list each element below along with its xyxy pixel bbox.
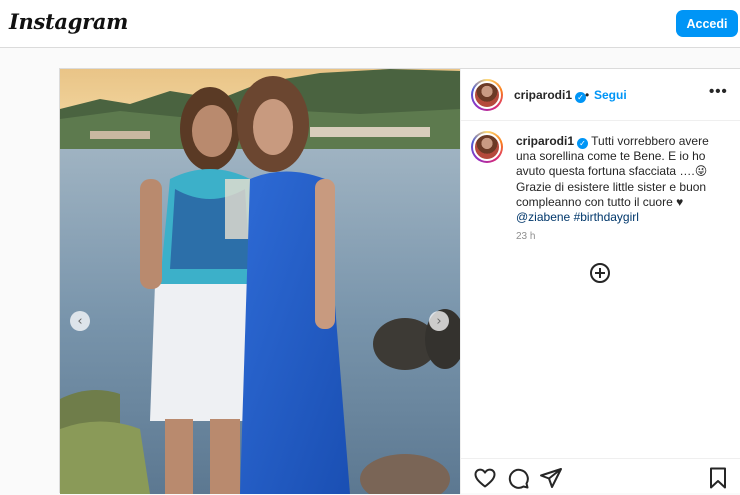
mention-link[interactable]: @ziabene <box>516 210 570 224</box>
heart-icon[interactable] <box>473 466 497 490</box>
more-icon[interactable]: ••• <box>709 83 728 100</box>
post-side-panel: criparodi1 ✓ • Segui ••• criparodi1 ✓ Tutt… <box>460 69 740 494</box>
login-button[interactable]: Accedi <box>676 10 738 37</box>
top-bar: Instagram Accedi <box>0 0 740 48</box>
post-container: ‹ › criparodi1 ✓ • Segui ••• criparodi1 ✓ … <box>59 68 740 494</box>
post-photo-illustration <box>60 69 460 494</box>
next-photo-button[interactable]: › <box>429 311 449 331</box>
prev-photo-button[interactable]: ‹ <box>70 311 90 331</box>
verified-icon: ✓ <box>577 138 589 149</box>
separator-dot: • <box>585 88 590 102</box>
share-icon[interactable] <box>539 466 563 490</box>
post-header: criparodi1 ✓ • Segui ••• <box>461 69 740 121</box>
caption-avatar[interactable] <box>471 131 503 163</box>
bookmark-icon[interactable] <box>706 466 730 490</box>
author-avatar[interactable] <box>471 79 503 111</box>
caption-username[interactable]: criparodi1 ✓ <box>516 134 589 149</box>
author-username[interactable]: criparodi1 ✓ <box>514 88 587 103</box>
hashtag-link[interactable]: #birthdaygirl <box>574 210 639 224</box>
post-photo: ‹ › <box>60 69 460 494</box>
post-actions <box>461 458 740 494</box>
post-timestamp: 23 h <box>516 231 536 242</box>
follow-button[interactable]: Segui <box>594 88 627 102</box>
add-comment-icon[interactable] <box>590 263 610 283</box>
comment-icon[interactable] <box>506 466 530 490</box>
instagram-logo[interactable]: Instagram <box>9 9 128 34</box>
post-caption: criparodi1 ✓ Tutti vorrebbero avere una s… <box>516 134 731 225</box>
